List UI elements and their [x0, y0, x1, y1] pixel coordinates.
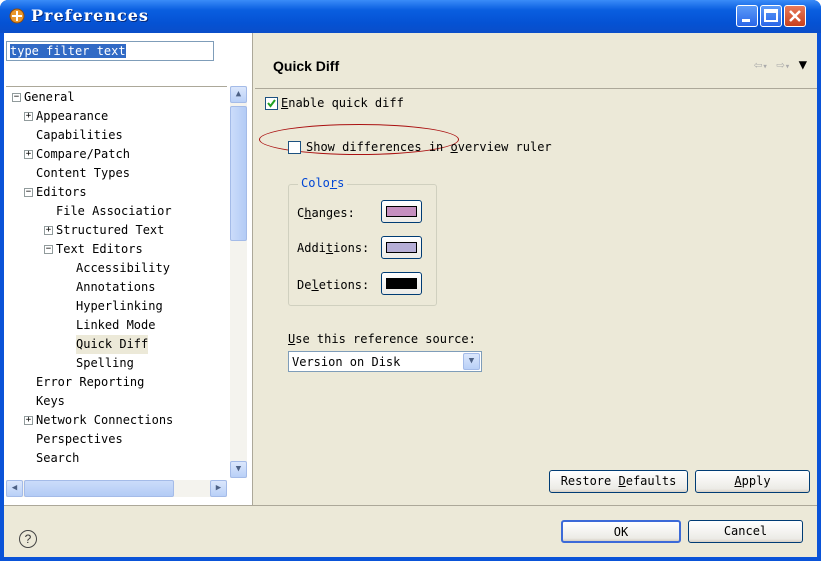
colors-group-title: Colors [298, 176, 348, 190]
tree-item-compare-patch[interactable]: + Compare/Patch [24, 145, 130, 164]
page-header: Quick Diff ⇦▾ ⇨▾ ▼ [255, 47, 817, 87]
collapse-icon[interactable]: − [44, 245, 53, 254]
tree-item-keys[interactable]: Keys [36, 392, 65, 411]
close-icon [789, 10, 801, 22]
expand-icon[interactable]: + [24, 416, 33, 425]
tree-item-annotations[interactable]: Annotations [76, 278, 155, 297]
navigation-pane: type filter text − General + Appearance Ca… [4, 33, 253, 505]
tree-item-general[interactable]: − General [12, 88, 75, 107]
deletions-color-button[interactable] [381, 272, 422, 295]
tree-item-capabilities[interactable]: Capabilities [36, 126, 123, 145]
changes-color-swatch [386, 206, 417, 217]
page-title: Quick Diff [273, 58, 340, 74]
horizontal-scroll-thumb[interactable] [24, 480, 174, 497]
cancel-button[interactable]: Cancel [688, 520, 803, 543]
tree-item-text-editors[interactable]: − Text Editors [44, 240, 143, 259]
forward-menu-icon[interactable]: ▾ [785, 62, 790, 72]
tree-item-hyperlinking[interactable]: Hyperlinking [76, 297, 163, 316]
tree-item-linked-mode[interactable]: Linked Mode [76, 316, 155, 335]
additions-label: Additions: [297, 241, 370, 255]
deletions-label: Deletions: [297, 278, 370, 292]
footer-divider [4, 505, 817, 506]
tree-item-accessibility[interactable]: Accessibility [76, 259, 170, 278]
tree-item-editors[interactable]: − Editors [24, 183, 87, 202]
tree-item-spelling[interactable]: Spelling [76, 354, 134, 373]
view-menu-icon[interactable]: ▼ [799, 57, 807, 73]
vertical-scroll-thumb[interactable] [230, 106, 247, 241]
tree-item-content-types[interactable]: Content Types [36, 164, 130, 183]
chevron-down-icon: ▼ [235, 464, 242, 474]
tree-item-file-associations[interactable]: File Associatior [56, 202, 172, 221]
collapse-icon[interactable]: − [24, 188, 33, 197]
apply-button[interactable]: Apply [695, 470, 810, 493]
preferences-app-icon [9, 8, 25, 24]
history-nav: ⇦▾ ⇨▾ ▼ [754, 57, 807, 73]
back-menu-icon[interactable]: ▾ [762, 62, 767, 72]
reference-source-value: Version on Disk [292, 355, 401, 369]
tree-vertical-scrollbar[interactable]: ▲ ▼ [230, 86, 247, 478]
reference-source-select[interactable]: Version on Disk ▼ [288, 351, 482, 372]
header-divider [255, 88, 817, 89]
deletions-color-swatch [386, 278, 417, 289]
maximize-button[interactable] [760, 5, 782, 27]
reference-source-label: Use this reference source: [288, 332, 476, 346]
scroll-right-button[interactable]: ▶ [210, 480, 227, 497]
ok-button[interactable]: OK [561, 520, 681, 543]
tree-item-error-reporting[interactable]: Error Reporting [36, 373, 144, 392]
scroll-up-button[interactable]: ▲ [230, 86, 247, 103]
show-differences-checkbox[interactable] [288, 141, 301, 154]
tree-item-perspectives[interactable]: Perspectives [36, 430, 123, 449]
tree-item-appearance[interactable]: + Appearance [24, 107, 108, 126]
chevron-up-icon: ▲ [235, 89, 242, 99]
minimize-button[interactable] [736, 5, 758, 27]
forward-arrow-icon[interactable]: ⇨ [776, 57, 784, 73]
preferences-window: Preferences type filter text − General + A… [0, 0, 821, 561]
tree-item-network-connections[interactable]: + Network Connections [24, 411, 173, 430]
chevron-right-icon: ▶ [215, 483, 222, 493]
scroll-left-button[interactable]: ◀ [6, 480, 23, 497]
scroll-down-button[interactable]: ▼ [230, 461, 247, 478]
title-bar[interactable]: Preferences [0, 0, 821, 33]
expand-icon[interactable]: + [44, 226, 53, 235]
chevron-down-icon[interactable]: ▼ [463, 353, 480, 370]
help-icon[interactable]: ? [19, 530, 37, 548]
tree-item-structured-text[interactable]: + Structured Text [44, 221, 164, 240]
additions-color-swatch [386, 242, 417, 253]
window-title: Preferences [31, 6, 149, 25]
collapse-icon[interactable]: − [12, 93, 21, 102]
restore-defaults-button[interactable]: Restore Defaults [549, 470, 688, 493]
expand-icon[interactable]: + [24, 150, 33, 159]
minimize-icon [742, 19, 750, 22]
show-differences-label[interactable]: Show differences in overview ruler [306, 140, 552, 154]
filter-text: type filter text [10, 44, 126, 58]
preference-tree[interactable]: − General + Appearance Capabilities + Compa… [6, 86, 227, 478]
dialog-body: type filter text − General + Appearance Ca… [4, 33, 817, 557]
additions-color-button[interactable] [381, 236, 422, 259]
changes-color-button[interactable] [381, 200, 422, 223]
tree-item-search[interactable]: Search [36, 449, 79, 468]
filter-input[interactable]: type filter text [6, 41, 214, 61]
expand-icon[interactable]: + [24, 112, 33, 121]
maximize-icon [764, 9, 778, 22]
tree-horizontal-scrollbar[interactable]: ◀ ▶ [6, 480, 227, 497]
close-button[interactable] [784, 5, 806, 27]
changes-label: Changes: [297, 206, 355, 220]
enable-quick-diff-checkbox[interactable] [265, 97, 278, 110]
chevron-left-icon: ◀ [11, 483, 18, 493]
enable-quick-diff-label[interactable]: Enable quick diff [281, 96, 404, 110]
tree-item-quick-diff[interactable]: Quick Diff [76, 335, 149, 354]
checkmark-icon [267, 99, 276, 108]
